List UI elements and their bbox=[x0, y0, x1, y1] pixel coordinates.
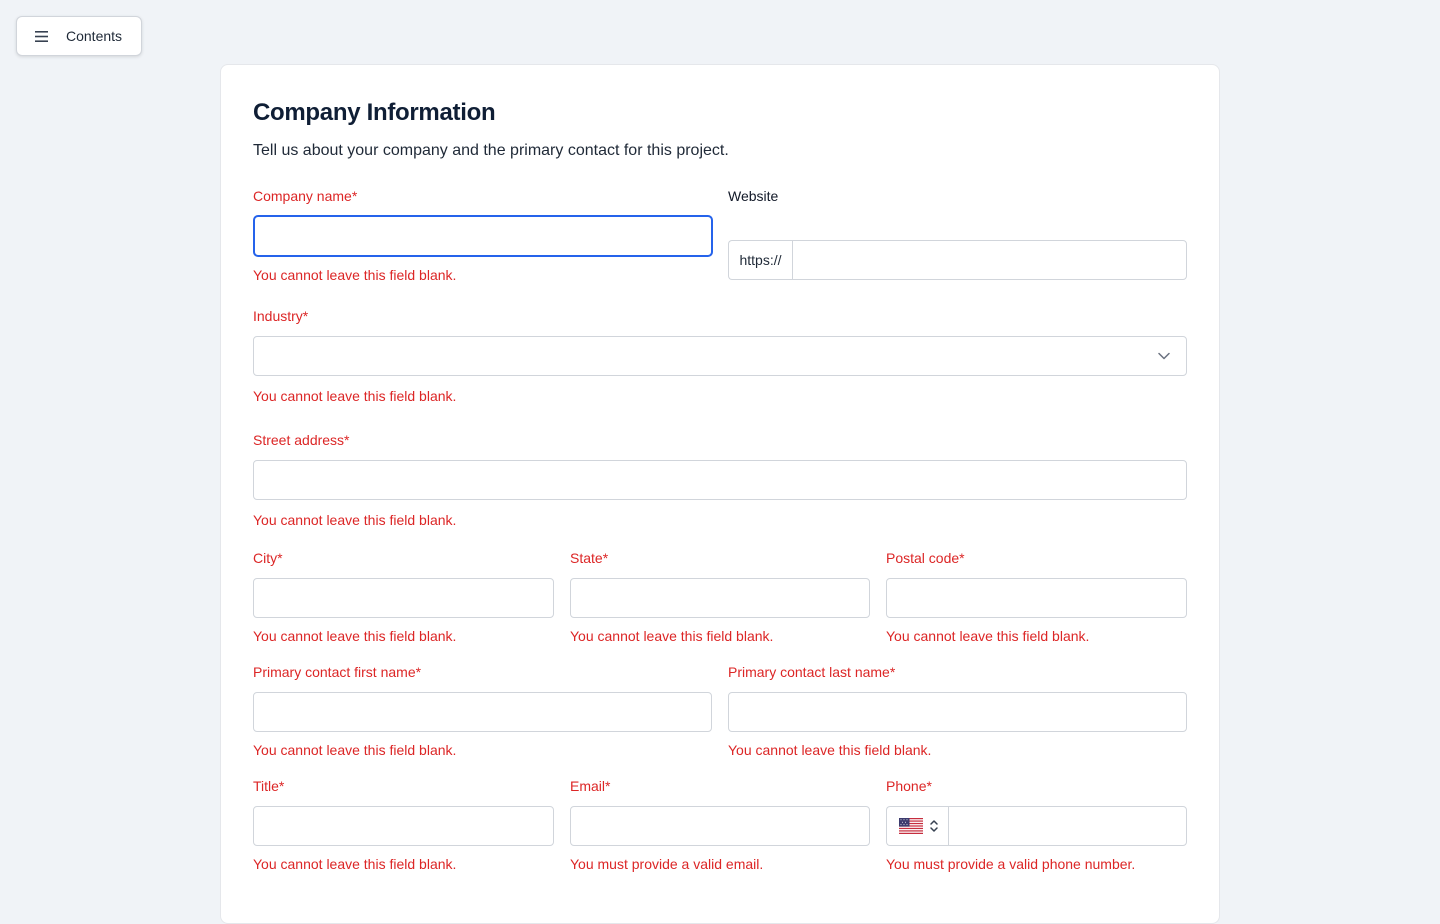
first-name-field: Primary contact first name* You cannot l… bbox=[253, 662, 712, 760]
phone-input[interactable] bbox=[948, 806, 1187, 846]
us-flag-icon bbox=[899, 818, 923, 834]
phone-error: You must provide a valid phone number. bbox=[886, 856, 1136, 872]
contents-button[interactable]: Contents bbox=[16, 16, 142, 56]
industry-select[interactable] bbox=[253, 336, 1187, 376]
industry-label: Industry* bbox=[253, 308, 309, 324]
job-title-error: You cannot leave this field blank. bbox=[253, 856, 457, 872]
industry-field: Industry* You cannot leave this field bl… bbox=[253, 306, 1187, 406]
postal-code-label: Postal code* bbox=[886, 550, 965, 566]
menu-icon bbox=[35, 30, 48, 42]
last-name-label: Primary contact last name* bbox=[728, 664, 896, 680]
website-input[interactable] bbox=[792, 240, 1187, 280]
job-title-input[interactable] bbox=[253, 806, 554, 846]
country-code-select[interactable] bbox=[886, 806, 948, 846]
city-error: You cannot leave this field blank. bbox=[253, 628, 457, 644]
page-title: Company Information bbox=[253, 99, 496, 126]
page-subtitle: Tell us about your company and the prima… bbox=[253, 142, 729, 159]
email-error: You must provide a valid email. bbox=[570, 856, 764, 872]
first-name-error: You cannot leave this field blank. bbox=[253, 742, 457, 758]
last-name-field: Primary contact last name* You cannot le… bbox=[728, 662, 1187, 760]
first-name-input[interactable] bbox=[253, 692, 712, 732]
state-input[interactable] bbox=[570, 578, 870, 618]
email-label: Email* bbox=[570, 778, 611, 794]
postal-code-field: Postal code* You cannot leave this field… bbox=[886, 548, 1187, 646]
state-label: State* bbox=[570, 550, 609, 566]
email-input[interactable] bbox=[570, 806, 870, 846]
street-address-input[interactable] bbox=[253, 460, 1187, 500]
chevron-up-down-icon bbox=[930, 820, 938, 832]
postal-code-error: You cannot leave this field blank. bbox=[886, 628, 1090, 644]
phone-label: Phone* bbox=[886, 778, 932, 794]
job-title-label: Title* bbox=[253, 778, 285, 794]
city-field: City* You cannot leave this field blank. bbox=[253, 548, 554, 646]
street-address-error: You cannot leave this field blank. bbox=[253, 512, 457, 528]
industry-error: You cannot leave this field blank. bbox=[253, 388, 457, 404]
phone-field: Phone* You must provide a valid phone nu… bbox=[886, 776, 1187, 874]
last-name-input[interactable] bbox=[728, 692, 1187, 732]
website-input-group: https:// bbox=[728, 240, 1187, 280]
street-address-field: Street address* You cannot leave this fi… bbox=[253, 430, 1187, 530]
website-field: Website https:// bbox=[728, 186, 1187, 280]
city-input[interactable] bbox=[253, 578, 554, 618]
state-field: State* You cannot leave this field blank… bbox=[570, 548, 870, 646]
company-name-label: Company name* bbox=[253, 188, 358, 204]
email-field: Email* You must provide a valid email. bbox=[570, 776, 870, 874]
company-name-field: Company name* You cannot leave this fiel… bbox=[253, 186, 713, 285]
website-prefix: https:// bbox=[728, 240, 792, 280]
city-label: City* bbox=[253, 550, 283, 566]
state-error: You cannot leave this field blank. bbox=[570, 628, 774, 644]
company-name-input[interactable] bbox=[253, 215, 713, 257]
website-label: Website bbox=[728, 188, 779, 204]
chevron-down-icon bbox=[1158, 352, 1170, 360]
company-name-error: You cannot leave this field blank. bbox=[253, 267, 457, 283]
postal-code-input[interactable] bbox=[886, 578, 1187, 618]
job-title-field: Title* You cannot leave this field blank… bbox=[253, 776, 554, 874]
first-name-label: Primary contact first name* bbox=[253, 664, 422, 680]
form-card: Company Information Tell us about your c… bbox=[220, 64, 1220, 924]
last-name-error: You cannot leave this field blank. bbox=[728, 742, 932, 758]
phone-input-group bbox=[886, 806, 1187, 846]
street-address-label: Street address* bbox=[253, 432, 350, 448]
contents-label: Contents bbox=[66, 28, 123, 44]
